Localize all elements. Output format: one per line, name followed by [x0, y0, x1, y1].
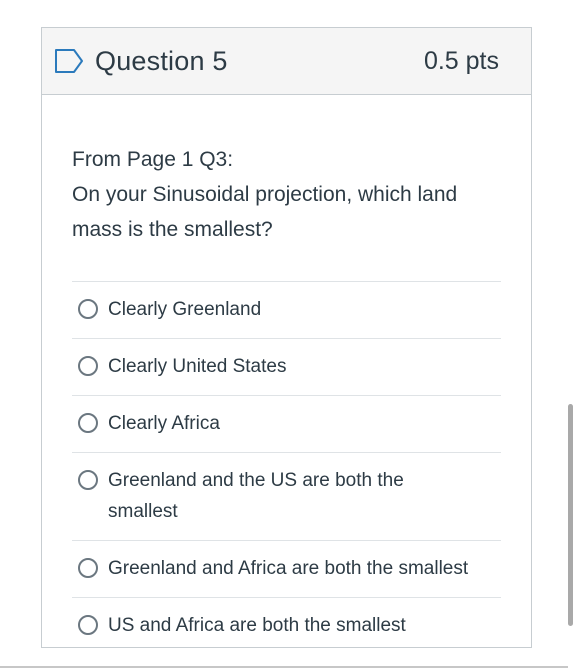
question-body: From Page 1 Q3: On your Sinusoidal proje… [42, 95, 531, 654]
answer-label: Clearly Africa [108, 413, 220, 434]
answer-label: Greenland and the US are both the smalle… [108, 470, 404, 522]
radio-button[interactable] [78, 299, 98, 319]
question-title: Question 5 [95, 45, 228, 76]
answer-option[interactable]: Clearly Greenland [72, 282, 501, 339]
answer-option[interactable]: US and Africa are both the smallest [72, 598, 501, 654]
radio-button[interactable] [78, 615, 98, 635]
radio-button[interactable] [78, 356, 98, 376]
answer-label: Clearly Greenland [108, 299, 262, 320]
question-header: Question 5 0.5 pts [42, 28, 531, 95]
answer-label: Clearly United States [108, 356, 287, 377]
answer-list: Clearly Greenland Clearly United States … [72, 281, 501, 654]
answer-option[interactable]: Clearly Africa [72, 396, 501, 453]
answer-label: US and Africa are both the smallest [108, 615, 406, 636]
question-text: From Page 1 Q3: On your Sinusoidal proje… [72, 142, 501, 247]
question-card: Question 5 0.5 pts From Page 1 Q3: On yo… [41, 27, 532, 648]
answer-option[interactable]: Greenland and the US are both the smalle… [72, 453, 501, 541]
question-text-line: From Page 1 Q3: [72, 148, 234, 171]
answer-option[interactable]: Greenland and Africa are both the smalle… [72, 541, 501, 598]
radio-button[interactable] [78, 470, 98, 490]
answer-option[interactable]: Clearly United States [72, 339, 501, 396]
scrollbar-thumb[interactable] [568, 404, 573, 626]
radio-button[interactable] [78, 558, 98, 578]
question-text-line: On your Sinusoidal projection, which lan… [72, 183, 458, 241]
scrollbar-track[interactable] [566, 0, 574, 668]
radio-button[interactable] [78, 413, 98, 433]
quiz-page: Question 5 0.5 pts From Page 1 Q3: On yo… [0, 0, 574, 668]
flag-icon[interactable] [54, 48, 84, 74]
answer-label: Greenland and Africa are both the smalle… [108, 558, 469, 579]
question-points: 0.5 pts [423, 46, 499, 75]
